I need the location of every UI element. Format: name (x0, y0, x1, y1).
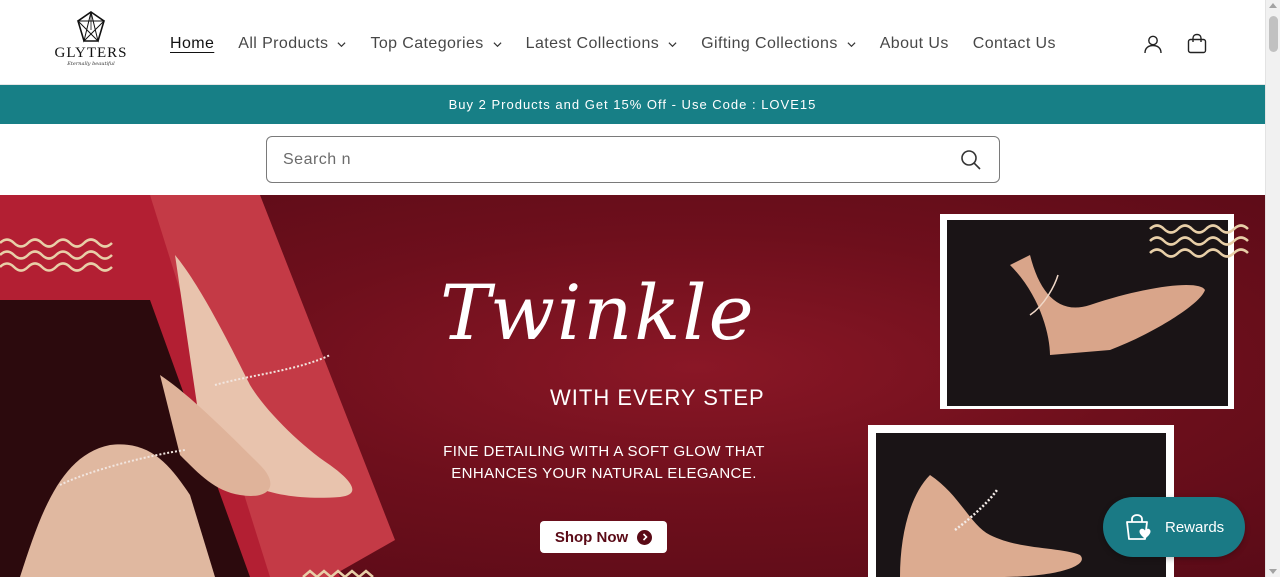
scroll-up-arrow[interactable] (1269, 3, 1277, 8)
brand-name: GLYTERS (54, 45, 128, 61)
page-scrollbar[interactable] (1265, 0, 1280, 577)
rewards-launcher[interactable]: Rewards (1103, 497, 1245, 557)
nav-label: About Us (879, 35, 949, 52)
shop-now-button[interactable]: Shop Now (540, 521, 667, 553)
search-bar (266, 136, 1000, 183)
nav-item-about-us[interactable]: About Us (880, 35, 949, 53)
nav-item-home[interactable]: Home (170, 35, 214, 53)
search-button[interactable] (959, 148, 983, 172)
nav-item-latest-collections[interactable]: Latest Collections (526, 35, 678, 53)
hero-banner[interactable]: Twinkle WITH EVERY STEP FINE DETAILING W… (0, 195, 1265, 577)
nav-item-contact-us[interactable]: Contact Us (973, 35, 1056, 53)
hero-description: FINE DETAILING WITH A SOFT GLOW THAT ENH… (443, 443, 765, 482)
site-header: GLYTERS Eternally beautiful Home All Pro… (0, 0, 1265, 85)
nav-label: Contact Us (972, 35, 1056, 52)
search-input[interactable] (267, 137, 927, 182)
cart-icon (1187, 33, 1207, 54)
arrow-right-icon (637, 529, 653, 545)
nav-label: Top Categories (370, 35, 484, 52)
shop-now-label: Shop Now (554, 528, 629, 546)
nav-label: Home (170, 35, 215, 52)
announcement-text: Buy 2 Products and Get 15% Off - Use Cod… (448, 97, 817, 112)
chevron-down-icon (847, 41, 856, 47)
chevron-down-icon (668, 41, 677, 47)
nav-item-gifting-collections[interactable]: Gifting Collections (701, 35, 856, 53)
main-nav: Home All Products Top Categories Latest … (170, 32, 1080, 56)
hero-title: Twinkle (440, 268, 756, 357)
nav-item-all-products[interactable]: All Products (238, 35, 346, 53)
scroll-down-arrow[interactable] (1269, 569, 1277, 574)
scroll-thumb[interactable] (1269, 16, 1278, 52)
search-icon (961, 150, 981, 170)
chevron-down-icon (337, 41, 346, 47)
brand-tagline: Eternally beautiful (67, 61, 115, 67)
announcement-bar: Buy 2 Products and Get 15% Off - Use Cod… (0, 85, 1265, 124)
cart-button[interactable] (1185, 32, 1209, 56)
nav-label: Latest Collections (525, 35, 660, 52)
nav-label: All Products (238, 35, 329, 52)
rewards-bag-icon (1126, 514, 1151, 540)
rewards-label: Rewards (1165, 518, 1225, 536)
brand-logo[interactable]: GLYTERS Eternally beautiful (48, 10, 134, 78)
hero-subtitle: WITH EVERY STEP (550, 385, 765, 410)
nav-label: Gifting Collections (701, 35, 838, 52)
nav-item-top-categories[interactable]: Top Categories (370, 35, 502, 53)
account-icon (1144, 35, 1162, 54)
logo-diamond-icon (76, 11, 106, 43)
chevron-down-icon (493, 41, 502, 47)
account-button[interactable] (1141, 32, 1165, 56)
